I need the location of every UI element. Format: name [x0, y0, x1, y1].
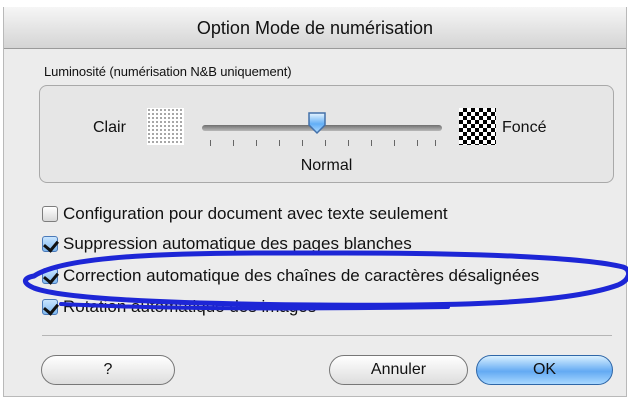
dialog-separator	[42, 335, 612, 336]
dark-pattern-icon	[459, 108, 496, 145]
checkmark-icon[interactable]	[42, 299, 58, 315]
checkmark-icon[interactable]	[42, 268, 58, 284]
scan-mode-options-dialog: Option Mode de numérisation Luminosité (…	[3, 7, 628, 397]
blank-page-removal-label: Suppression automatique des pages blanch…	[63, 234, 412, 253]
slider-tick	[435, 140, 436, 146]
slider-tick	[233, 140, 234, 146]
help-button[interactable]: ?	[41, 355, 175, 385]
ok-button[interactable]: OK	[476, 355, 613, 385]
slider-thumb-icon[interactable]	[307, 111, 327, 135]
deskew-label: Correction automatique des chaînes de ca…	[63, 266, 540, 285]
slider-ticks	[210, 140, 436, 148]
dark-label: Foncé	[502, 119, 547, 136]
text-only-label: Configuration pour document avec texte s…	[63, 204, 448, 223]
slider-tick	[256, 140, 257, 146]
brightness-group: Clair Foncé Normal	[39, 85, 614, 183]
slider-tick	[210, 140, 211, 146]
cancel-button[interactable]: Annuler	[329, 355, 468, 385]
dialog-title: Option Mode de numérisation	[196, 18, 434, 38]
slider-tick	[279, 140, 280, 146]
dialog-titlebar: Option Mode de numérisation	[4, 7, 626, 49]
slider-tick	[371, 140, 372, 146]
light-label: Clair	[93, 119, 126, 136]
text-only-option[interactable]: Configuration pour document avec texte s…	[42, 201, 448, 227]
deskew-option[interactable]: Correction automatique des chaînes de ca…	[42, 263, 539, 289]
brightness-group-label: Luminosité (numérisation N&B uniquement)	[44, 64, 292, 79]
light-pattern-icon	[147, 108, 184, 145]
slider-tick	[394, 140, 395, 146]
brightness-value-label: Normal	[300, 157, 353, 174]
slider-tick	[302, 140, 303, 146]
slider-tick	[325, 140, 326, 146]
text-only-checkbox[interactable]	[42, 206, 58, 222]
checkmark-icon[interactable]	[42, 236, 58, 252]
blank-page-removal-option[interactable]: Suppression automatique des pages blanch…	[42, 231, 412, 257]
auto-rotate-option[interactable]: Rotation automatique des images	[42, 294, 316, 320]
auto-rotate-label: Rotation automatique des images	[63, 297, 317, 316]
slider-tick	[417, 140, 418, 146]
slider-tick	[348, 140, 349, 146]
